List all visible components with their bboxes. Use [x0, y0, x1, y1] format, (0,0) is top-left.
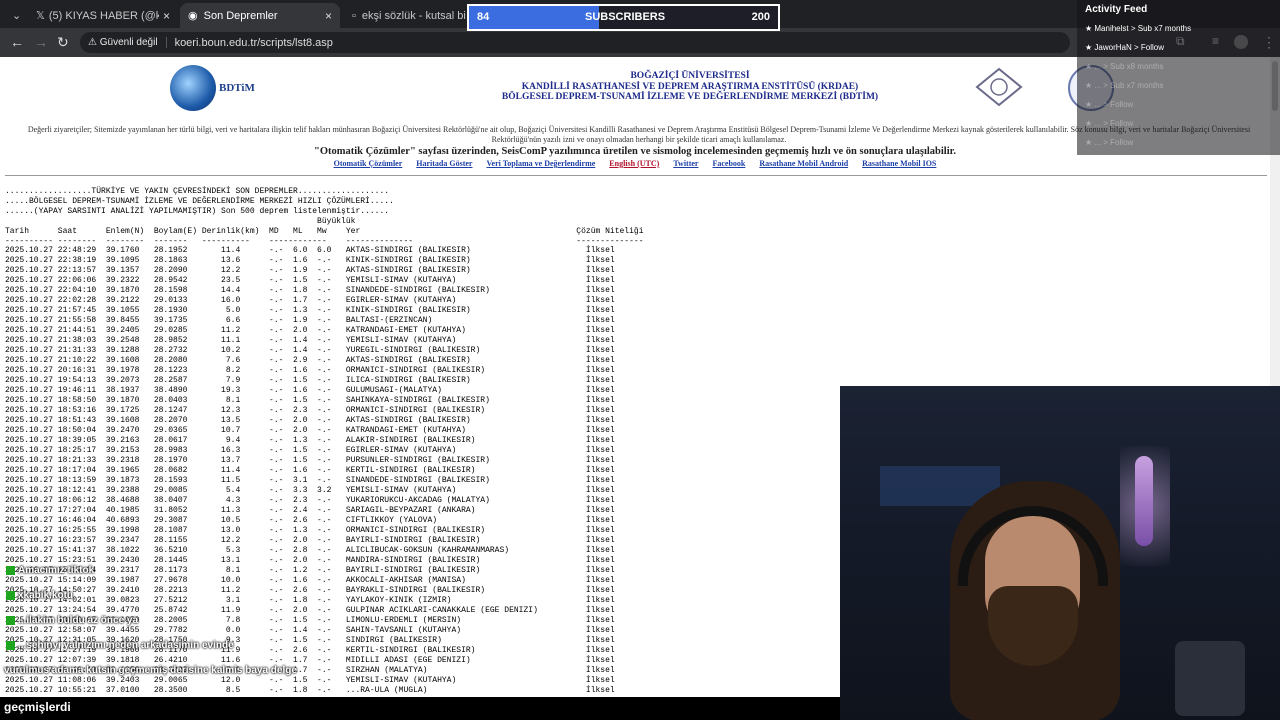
lava-lamp	[1135, 456, 1153, 546]
reload-icon[interactable]: ↻	[57, 34, 69, 51]
url-field[interactable]: ⚠ Güvenli değil koeri.boun.edu.tr/script…	[80, 32, 1070, 53]
link-mobile-ios[interactable]: Rasathane Mobil IOS	[862, 159, 936, 168]
security-indicator[interactable]: ⚠ Güvenli değil	[80, 37, 167, 48]
earthquake-row: 2025.10.27 18:25:17 39.2153 28.9983 16.3…	[5, 446, 615, 455]
link-mobile-android[interactable]: Rasathane Mobil Android	[759, 159, 848, 168]
tab-label: ekşi sözlük - kutsal bilgi kayn…	[361, 9, 466, 22]
link-show-on-map[interactable]: Haritada Göster	[416, 159, 472, 168]
activity-item: ★ ... > Follow	[1085, 119, 1134, 128]
tab-label: (5) KIYAS HABER (@kiyashabe…	[48, 9, 159, 22]
chat-badge-icon	[6, 590, 15, 600]
activity-item: ★ ... > Sub x7 months	[1085, 81, 1164, 90]
link-data-collection[interactable]: Veri Toplama ve Değerlendirme	[486, 159, 595, 168]
subscriber-count: 84	[477, 11, 490, 23]
back-icon[interactable]: ←	[10, 34, 24, 50]
earthquake-row: 2025.10.27 21:55:58 39.8455 39.1735 6.6 …	[5, 316, 615, 325]
earthquake-row: 2025.10.27 18:06:12 38.4688 38.0407 4.3 …	[5, 496, 615, 505]
tab-kiyas-haber[interactable]: 𝕏 (5) KIYAS HABER (@kiyashabe… ×	[28, 3, 178, 28]
earthquake-row: 2025.10.27 20:16:31 39.1978 28.1223 8.2 …	[5, 366, 615, 375]
earthquake-row: 2025.10.27 22:06:06 39.2322 28.9542 23.5…	[5, 276, 615, 285]
mug	[1175, 641, 1245, 716]
chat-message: xkabik.kotu	[6, 590, 73, 601]
tab-son-depremler[interactable]: ◉ Son Depremler ×	[180, 3, 340, 28]
earthquake-row: 2025.10.27 19:54:13 39.2073 28.2587 7.9 …	[5, 376, 615, 385]
earthquake-row: 2025.10.27 22:48:29 39.1760 28.1952 11.4…	[5, 246, 615, 255]
earthquake-row: 2025.10.27 22:02:28 39.2122 29.0133 16.0…	[5, 296, 615, 305]
chat-message-text: Amacımız tiktok	[18, 565, 95, 576]
chat-badge-icon	[6, 615, 15, 625]
earthquake-list-header: ..................TÜRKİYE VE YAKIN ÇEVRE…	[5, 187, 644, 246]
nav-links: Otomatik Çözümler Haritada Göster Veri T…	[0, 159, 1270, 168]
earthquake-row: 2025.10.27 21:31:33 39.1288 28.2732 10.2…	[5, 346, 615, 355]
chat-badge-icon	[6, 565, 15, 575]
link-auto-solutions[interactable]: Otomatik Çözümler	[334, 159, 403, 168]
link-english[interactable]: English (UTC)	[609, 159, 659, 168]
close-icon[interactable]: ×	[163, 9, 170, 23]
forward-icon[interactable]: →	[34, 34, 48, 50]
divider	[5, 175, 1267, 176]
page-icon: ▫	[352, 9, 356, 22]
earthquake-row: 2025.10.27 18:17:04 39.1965 28.0682 11.4…	[5, 466, 615, 475]
link-facebook[interactable]: Facebook	[712, 159, 745, 168]
subscriber-goal: 200	[751, 11, 770, 23]
tab-label: Son Depremler	[203, 9, 278, 22]
earthquake-row: 2025.10.27 18:39:05 39.2163 28.0617 9.4 …	[5, 436, 615, 445]
activity-feed-title: Activity Feed	[1085, 4, 1148, 15]
chat-message-text: ...sehinyi yalnızımı neden arkadasimin e…	[18, 640, 234, 651]
krdae-logo	[975, 67, 1023, 107]
chat-message: Amacımız tiktok	[6, 565, 94, 576]
chat-message: ...ilakim buldu az önce ya	[6, 615, 138, 626]
activity-item: ★ ... > Follow	[1085, 100, 1134, 109]
earthquake-row: 2025.10.27 18:51:43 39.1608 28.2070 13.5…	[5, 416, 615, 425]
earthquake-row: 2025.10.27 22:13:57 39.1357 28.2090 12.2…	[5, 266, 615, 275]
chat-message: ...sehinyi yalnızımı neden arkadasimin e…	[6, 640, 234, 651]
header-line-3: BÖLGESEL DEPREM-TSUNAMİ İZLEME VE DEĞERL…	[501, 92, 879, 102]
globe-icon: ◉	[188, 10, 198, 22]
chevron-down-icon: ⌄	[12, 10, 22, 22]
header-line-1: BOĞAZİÇİ ÜNİVERSİTESİ	[630, 71, 750, 81]
earthquake-row: 2025.10.27 19:46:11 38.1937 38.4890 19.3…	[5, 386, 615, 395]
chat-message-text: ...ilakim buldu az önce ya	[18, 615, 139, 626]
close-icon[interactable]: ×	[325, 9, 332, 23]
activity-item: ★ ... > Sub x8 months	[1085, 62, 1164, 71]
earthquake-row: 2025.10.27 18:12:41 39.2388 29.0085 5.4 …	[5, 486, 615, 495]
bdtim-globe-logo	[170, 65, 216, 111]
earthquake-row: 2025.10.27 21:38:03 39.2548 28.9852 11.1…	[5, 336, 615, 345]
x-logo-icon: 𝕏	[36, 10, 45, 22]
chat-badge-icon	[6, 640, 15, 650]
activity-feed: Activity Feed ★ Manihelst > Sub x7 month…	[1077, 0, 1280, 155]
url-text: koeri.boun.edu.tr/scripts/lst8.asp	[174, 36, 333, 49]
earthquake-row: 2025.10.27 17:27:04 40.1985 31.8052 11.3…	[5, 506, 615, 515]
caption-bar: geçmişlerdi	[0, 697, 840, 720]
caption-text: geçmişlerdi	[4, 700, 71, 714]
activity-item: ★ JaworHaN > Follow	[1085, 43, 1164, 52]
webcam-feed	[840, 386, 1280, 720]
page-header: BOĞAZİÇİ ÜNİVERSİTESİ KANDİLLİ RASATHANE…	[420, 71, 960, 103]
activity-item: ★ Manihelst > Sub x7 months	[1085, 24, 1192, 33]
earthquake-row: 2025.10.27 18:53:16 39.1725 28.1247 12.3…	[5, 406, 615, 415]
subscriber-goal-bar: 84 SUBSCRIBERS 200	[467, 4, 780, 31]
header-line-2: KANDİLLİ RASATHANESİ VE DEPREM ARAŞTIRMA…	[521, 81, 859, 92]
activity-item: ★ ... > Follow	[1085, 138, 1134, 147]
earthquake-row: 2025.10.27 18:13:59 39.1873 28.1593 11.5…	[5, 476, 615, 485]
security-label: Güvenli değil	[99, 37, 158, 48]
earthquake-row: 2025.10.27 21:44:51 39.2405 29.0285 11.2…	[5, 326, 615, 335]
earthquake-row: 2025.10.27 21:57:45 39.1055 28.1930 5.0 …	[5, 306, 615, 315]
earthquake-row: 2025.10.27 22:38:19 39.1095 28.1863 13.6…	[5, 256, 615, 265]
chat-overlay: Amacımız tiktok xkabik.kotu ...ilakim buld…	[0, 525, 420, 695]
tab-eksi-sozluk[interactable]: ▫ ekşi sözlük - kutsal bilgi kayn…	[344, 3, 474, 28]
earthquake-row: 2025.10.27 18:58:50 39.1870 28.0403 8.1 …	[5, 396, 615, 405]
chat-message-text: vurulmus adama kutsin geçmemiş derisine …	[4, 665, 297, 676]
link-twitter[interactable]: Twitter	[673, 159, 698, 168]
earthquake-row: 2025.10.27 18:50:04 39.2470 29.0365 10.7…	[5, 426, 615, 435]
earthquake-row: 2025.10.27 22:04:10 39.1870 28.1598 14.4…	[5, 286, 615, 295]
subscriber-label: SUBSCRIBERS	[585, 11, 666, 23]
tab-search-button[interactable]: ⌄	[4, 3, 24, 28]
chat-message: vurulmus adama kutsin geçmemiş derisine …	[4, 665, 297, 676]
earthquake-row: 2025.10.27 21:10:22 39.1608 28.2080 7.6 …	[5, 356, 615, 365]
chat-message-text: xkabik.kotu	[18, 590, 74, 601]
bdtim-logo-text: BDTiM	[219, 82, 255, 94]
warning-icon: ⚠	[88, 37, 100, 48]
earthquake-row: 2025.10.27 18:21:33 39.2318 28.1970 13.7…	[5, 456, 615, 465]
